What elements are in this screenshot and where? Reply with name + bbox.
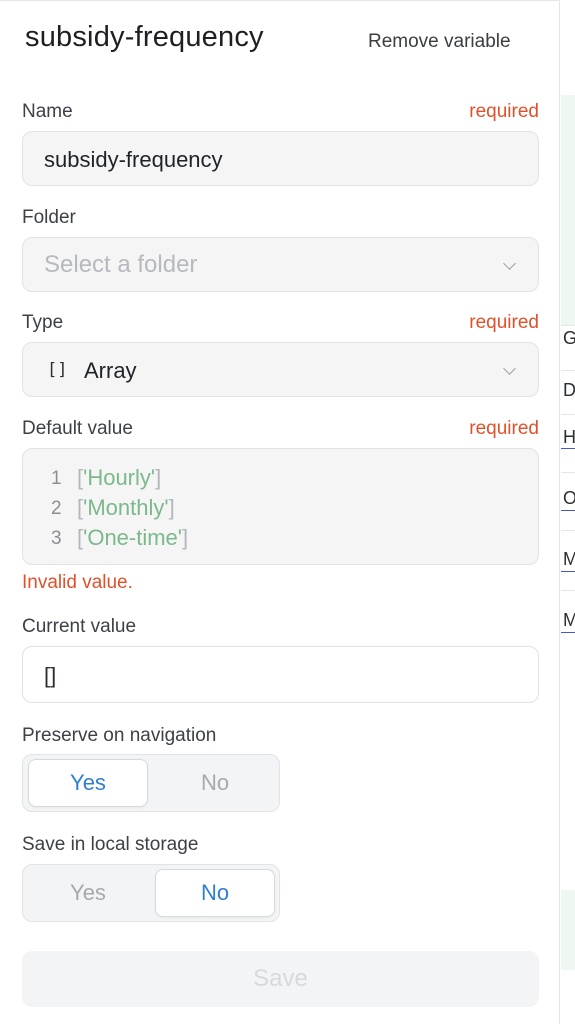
type-select[interactable]: [] Array xyxy=(22,342,539,397)
default-value-error: Invalid value. xyxy=(22,572,133,593)
chevron-down-icon xyxy=(503,362,516,375)
background-band xyxy=(561,890,575,970)
remove-variable-button[interactable]: Remove variable xyxy=(368,31,511,53)
type-required-badge: required xyxy=(469,312,539,333)
background-cell: D xyxy=(563,380,575,400)
local-storage-label: Save in local storage xyxy=(22,834,199,855)
variable-editor-panel: subsidy-frequency Remove variable Name r… xyxy=(0,0,560,1024)
line-number: 2 xyxy=(51,498,62,519)
current-value-input[interactable]: [] xyxy=(22,646,539,703)
default-value-editor[interactable]: 1 ['Hourly'] 2 ['Monthly'] 3 ['One-time'… xyxy=(22,448,539,565)
local-storage-no-option[interactable]: No xyxy=(155,869,275,917)
variable-title: subsidy-frequency xyxy=(25,21,264,53)
array-icon: [] xyxy=(47,360,68,380)
current-value-text: [] xyxy=(44,663,57,688)
line-number: 1 xyxy=(51,468,62,489)
current-value-label: Current value xyxy=(22,616,137,637)
local-storage-toggle: Yes No xyxy=(22,864,280,922)
default-value-required-badge: required xyxy=(469,418,539,439)
background-cell: Ho xyxy=(563,427,575,447)
type-label: Type xyxy=(22,312,64,333)
name-input-value: subsidy-frequency xyxy=(44,147,223,172)
background-band xyxy=(561,95,575,325)
code-string: 'Hourly' xyxy=(83,465,156,490)
chevron-down-icon xyxy=(503,257,516,270)
code-string: 'Monthly' xyxy=(83,495,169,520)
save-button[interactable]: Save xyxy=(22,951,539,1007)
background-cell: G xyxy=(563,328,575,348)
folder-label: Folder xyxy=(22,207,76,228)
code-string: 'One-time' xyxy=(83,525,182,550)
line-number: 3 xyxy=(51,528,62,549)
type-value: Array xyxy=(84,358,137,383)
default-value-label: Default value xyxy=(22,418,133,439)
preserve-label: Preserve on navigation xyxy=(22,725,217,746)
folder-placeholder: Select a folder xyxy=(44,251,198,278)
preserve-toggle: Yes No xyxy=(22,754,280,812)
name-label: Name xyxy=(22,101,73,122)
preserve-yes-option[interactable]: Yes xyxy=(28,759,148,807)
background-table-fragment: G D Ho Or Mo Mo xyxy=(561,0,575,1024)
name-input[interactable]: subsidy-frequency xyxy=(22,131,539,186)
preserve-no-option[interactable]: No xyxy=(155,759,275,807)
background-cell: Mo xyxy=(563,549,575,569)
background-cell: Or xyxy=(563,488,575,508)
local-storage-yes-option[interactable]: Yes xyxy=(28,869,148,917)
background-cell: Mo xyxy=(563,610,575,630)
folder-select[interactable]: Select a folder xyxy=(22,237,539,292)
name-required-badge: required xyxy=(469,101,539,122)
